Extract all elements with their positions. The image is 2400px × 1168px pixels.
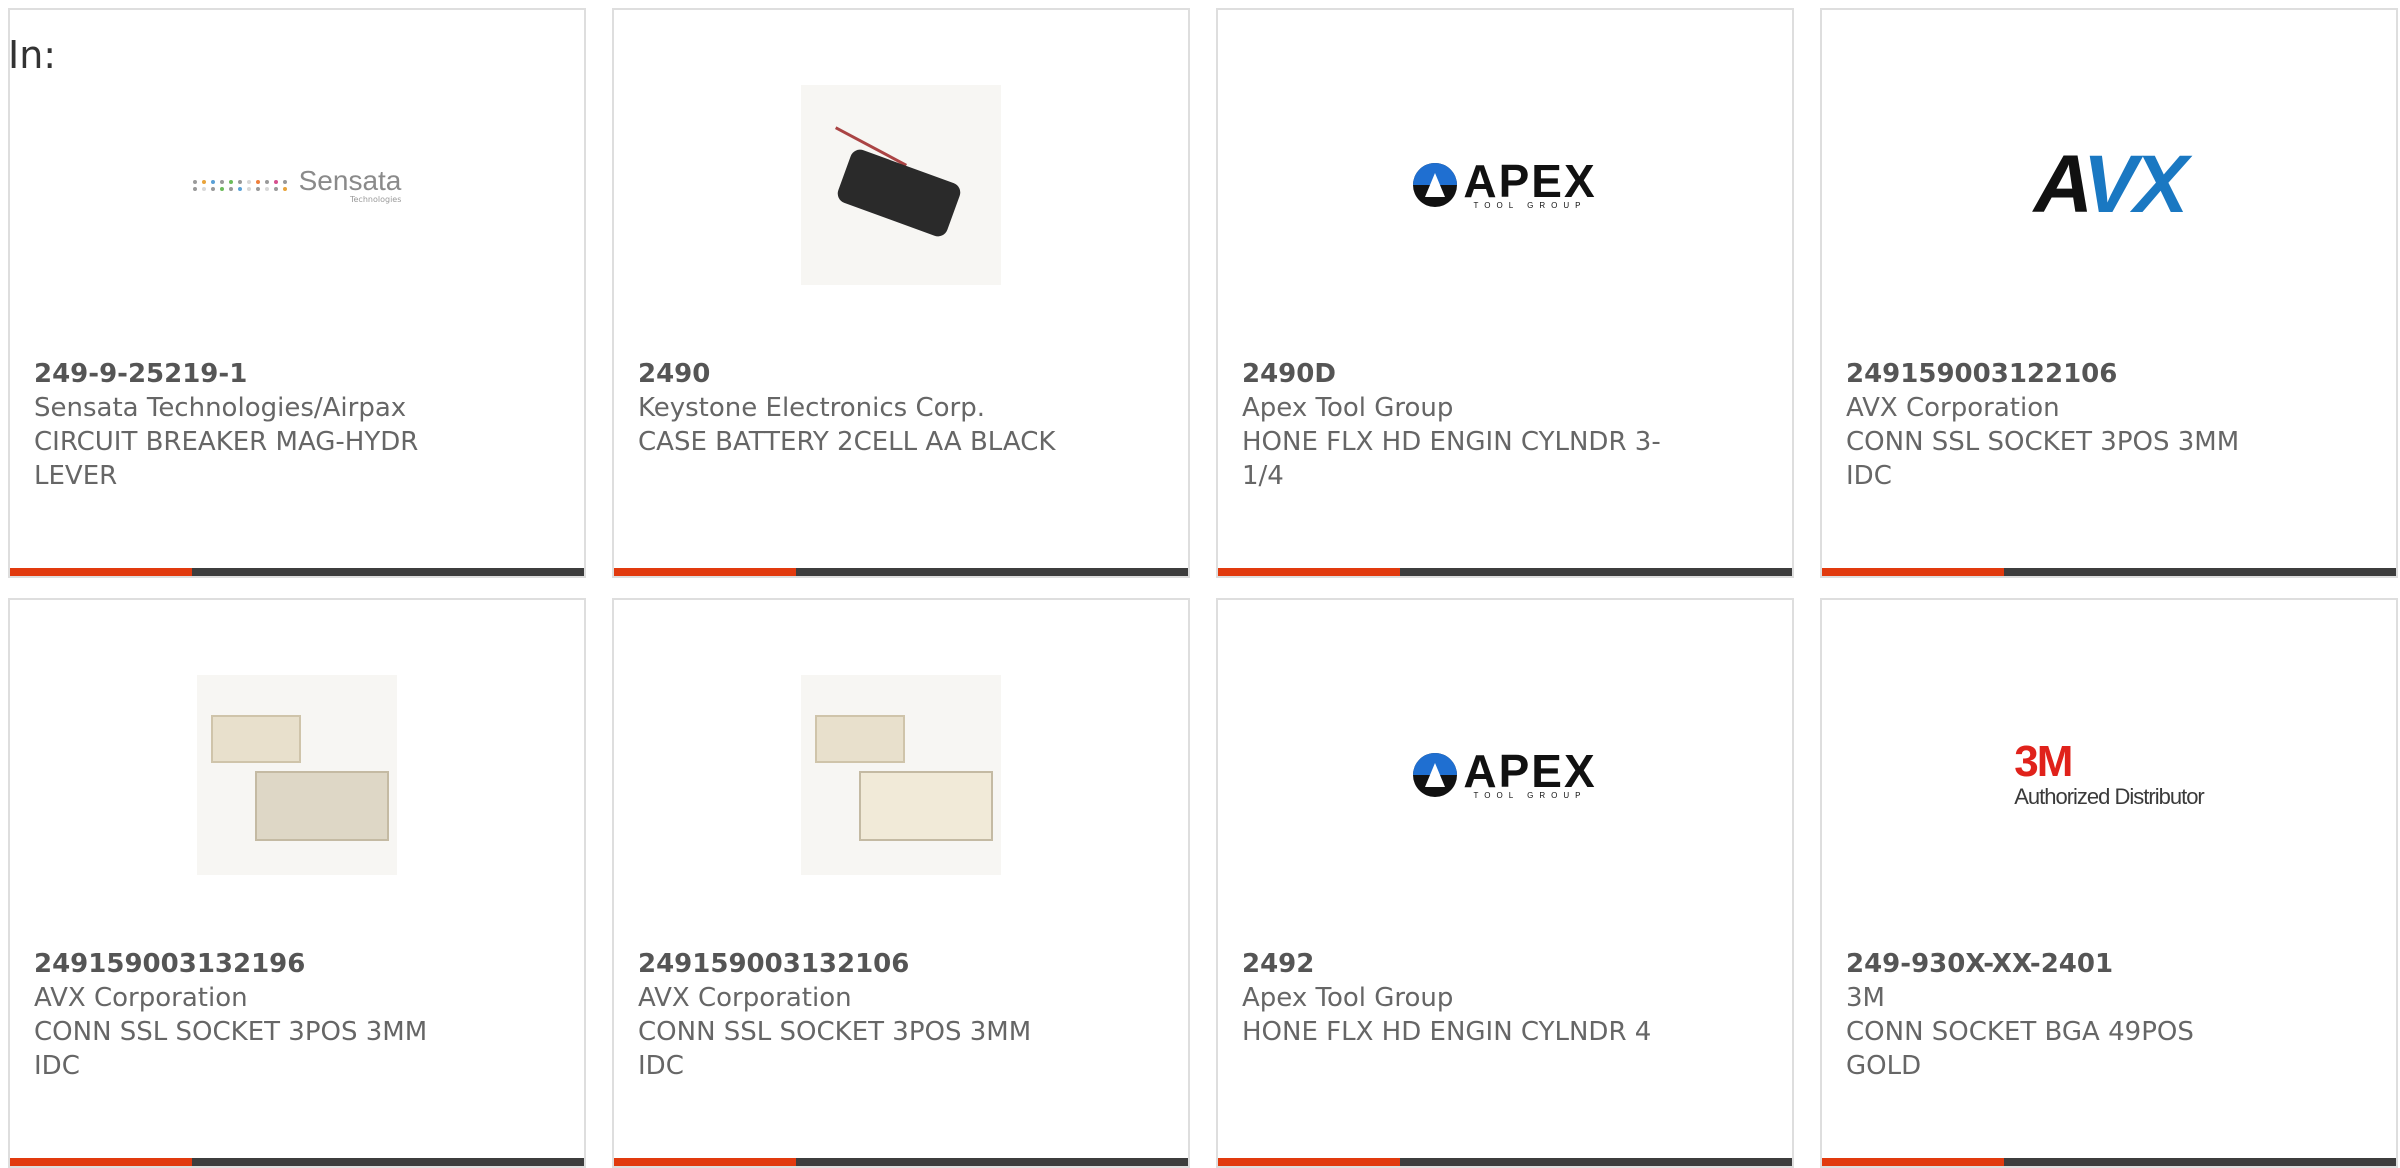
manufacturer-logo: 3M Authorized Distributor: [1822, 670, 2396, 880]
logo-subtext: Authorized Distributor: [2014, 784, 2205, 809]
logo-text: Sensata: [298, 164, 402, 196]
card-accent-bar: [1218, 568, 1792, 576]
card-accent-bar: [1822, 568, 2396, 576]
product-description: CONN SSL SOCKET 3POS 3MM IDC: [1846, 427, 2240, 491]
in-label: In:: [8, 33, 57, 77]
sensata-dots-icon: [192, 179, 289, 191]
logo-subtext: Technologies: [349, 194, 402, 204]
manufacturer-name: Apex Tool Group: [1242, 983, 1454, 1013]
product-card[interactable]: 2490 Keystone Electronics Corp. CASE BAT…: [612, 8, 1190, 578]
manufacturer-logo: Sensata Technologies: [10, 80, 584, 290]
manufacturer-logo: AVX: [1822, 80, 2396, 290]
product-description: CIRCUIT BREAKER MAG-HYDR LEVER: [34, 427, 419, 491]
battery-holder-icon: [801, 85, 1001, 285]
apex-mark-icon: [1413, 752, 1458, 797]
product-card[interactable]: 249159003132196 AVX Corporation CONN SSL…: [8, 598, 586, 1168]
product-description: HONE FLX HD ENGIN CYLNDR 4: [1242, 1017, 1652, 1047]
logo-text: APEX: [1463, 744, 1597, 797]
product-description: CONN SOCKET BGA 49POS GOLD: [1846, 1017, 2194, 1081]
manufacturer-logo: APEX TOOL GROUP: [1218, 670, 1792, 880]
card-accent-bar: [10, 1158, 584, 1166]
product-card[interactable]: 249159003132106 AVX Corporation CONN SSL…: [612, 598, 1190, 1168]
product-description: CONN SSL SOCKET 3POS 3MM IDC: [34, 1017, 428, 1081]
product-description: HONE FLX HD ENGIN CYLNDR 3-1/4: [1242, 427, 1661, 491]
logo-subtext: TOOL GROUP: [1473, 791, 1587, 801]
part-number[interactable]: 249-9-25219-1: [34, 357, 560, 391]
part-number[interactable]: 249159003122106: [1846, 357, 2372, 391]
product-description: CONN SSL SOCKET 3POS 3MM IDC: [638, 1017, 1032, 1081]
connector-icon: [197, 675, 397, 875]
product-image: [614, 670, 1188, 880]
product-card[interactable]: AVX 249159003122106 AVX Corporation CONN…: [1820, 8, 2398, 578]
manufacturer-name: Keystone Electronics Corp.: [638, 393, 986, 423]
manufacturer-name: Apex Tool Group: [1242, 393, 1454, 423]
card-accent-bar: [1822, 1158, 2396, 1166]
card-accent-bar: [614, 568, 1188, 576]
product-card[interactable]: APEX TOOL GROUP 2490D Apex Tool Group HON…: [1216, 8, 1794, 578]
product-description: CASE BATTERY 2CELL AA BLACK: [638, 427, 1056, 457]
part-number[interactable]: 2492: [1242, 947, 1768, 981]
part-number[interactable]: 249159003132196: [34, 947, 560, 981]
manufacturer-name: Sensata Technologies/Airpax: [34, 393, 407, 423]
product-card[interactable]: 3M Authorized Distributor 249-930X-XX-24…: [1820, 598, 2398, 1168]
manufacturer-name: 3M: [1846, 983, 1885, 1013]
product-image: [10, 670, 584, 880]
logo-text: APEX: [1463, 154, 1597, 207]
logo-text: AVX: [2033, 139, 2189, 230]
part-number[interactable]: 249-930X-XX-2401: [1846, 947, 2372, 981]
manufacturer-name: AVX Corporation: [34, 983, 248, 1013]
product-card[interactable]: Sensata Technologies 249-9-25219-1 Sensa…: [8, 8, 586, 578]
card-accent-bar: [10, 568, 584, 576]
part-number[interactable]: 2490D: [1242, 357, 1768, 391]
apex-mark-icon: [1413, 162, 1458, 207]
logo-subtext: TOOL GROUP: [1473, 201, 1587, 211]
part-number[interactable]: 249159003132106: [638, 947, 1164, 981]
part-number[interactable]: 2490: [638, 357, 1164, 391]
card-accent-bar: [614, 1158, 1188, 1166]
product-grid: Sensata Technologies 249-9-25219-1 Sensa…: [0, 0, 2400, 1168]
product-card[interactable]: APEX TOOL GROUP 2492 Apex Tool Group HONE…: [1216, 598, 1794, 1168]
manufacturer-logo: APEX TOOL GROUP: [1218, 80, 1792, 290]
product-image: [614, 80, 1188, 290]
card-accent-bar: [1218, 1158, 1792, 1166]
logo-text: 3M: [2014, 737, 2073, 786]
connector-icon: [801, 675, 1001, 875]
manufacturer-name: AVX Corporation: [1846, 393, 2060, 423]
manufacturer-name: AVX Corporation: [638, 983, 852, 1013]
